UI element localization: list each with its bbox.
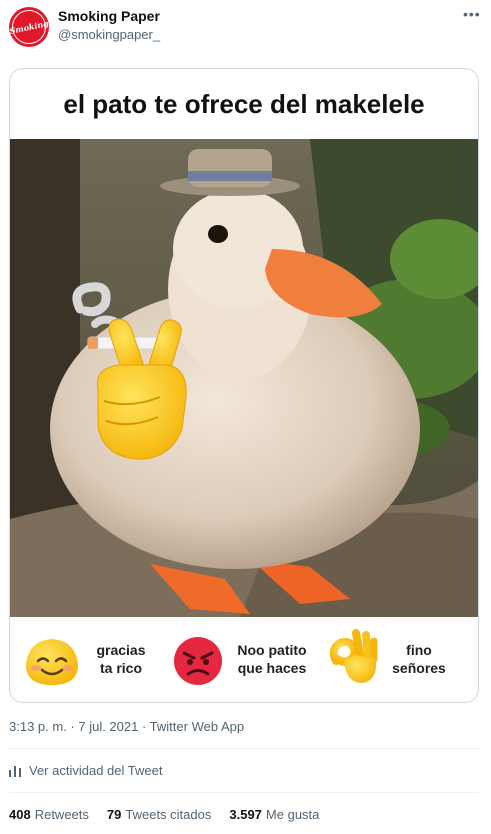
divider-top <box>9 748 479 749</box>
tweet-header: Smoking Smoking Paper @smokingpaper_ ••• <box>0 0 491 60</box>
avatar-logo-text: Smoking <box>9 7 49 47</box>
smiling-face-icon <box>26 639 78 685</box>
duck-photo <box>10 139 478 617</box>
tweet-stats: 408 Retweets 79 Tweets citados 3.597 Me gus… <box>9 807 319 822</box>
author-name[interactable]: Smoking Paper <box>58 8 160 24</box>
avatar[interactable]: Smoking <box>9 7 49 47</box>
likes-stat[interactable]: 3.597 Me gusta <box>229 807 319 822</box>
reaction-row: gracias ta rico Noo patito que haces fin… <box>10 617 478 702</box>
quotes-count: 79 <box>106 807 122 822</box>
quotes-label: Tweets citados <box>125 807 212 822</box>
duck-illustration <box>10 139 478 617</box>
tweet-timestamp[interactable]: 3:13 p. m. · 7 jul. 2021 · Twitter Web A… <box>9 719 244 734</box>
likes-count: 3.597 <box>229 807 262 822</box>
reaction-3-line-1: fino <box>406 642 432 658</box>
reaction-text-2: Noo patito que haces <box>230 641 314 677</box>
activity-label: Ver actividad del Tweet <box>29 763 163 778</box>
reaction-3-line-2: señores <box>392 660 446 676</box>
reaction-text-3: fino señores <box>382 641 456 677</box>
reaction-text-1: gracias ta rico <box>86 641 156 677</box>
angry-face-icon <box>174 637 222 685</box>
retweets-count: 408 <box>9 807 31 822</box>
retweets-label: Retweets <box>34 807 89 822</box>
reaction-2-line-2: que haces <box>237 660 307 676</box>
reaction-1-line-2: ta rico <box>99 660 142 676</box>
retweets-stat[interactable]: 408 Retweets <box>9 807 89 822</box>
analytics-bars-icon <box>9 765 21 777</box>
ok-hand-icon <box>329 629 378 683</box>
likes-label: Me gusta <box>265 807 320 822</box>
meme-caption: el pato te ofrece del makelele <box>63 88 425 119</box>
reaction-2-line-1: Noo patito <box>237 642 307 658</box>
meme-image-card[interactable]: el pato te ofrece del makelele gracias t… <box>9 68 479 703</box>
tweet-activity-link[interactable]: Ver actividad del Tweet <box>9 763 162 778</box>
author-handle[interactable]: @smokingpaper_ <box>58 27 160 42</box>
more-options-icon[interactable]: ••• <box>463 6 481 22</box>
reaction-1-line-1: gracias <box>96 642 146 658</box>
divider-bottom <box>9 792 479 793</box>
quotes-stat[interactable]: 79 Tweets citados <box>107 807 211 822</box>
